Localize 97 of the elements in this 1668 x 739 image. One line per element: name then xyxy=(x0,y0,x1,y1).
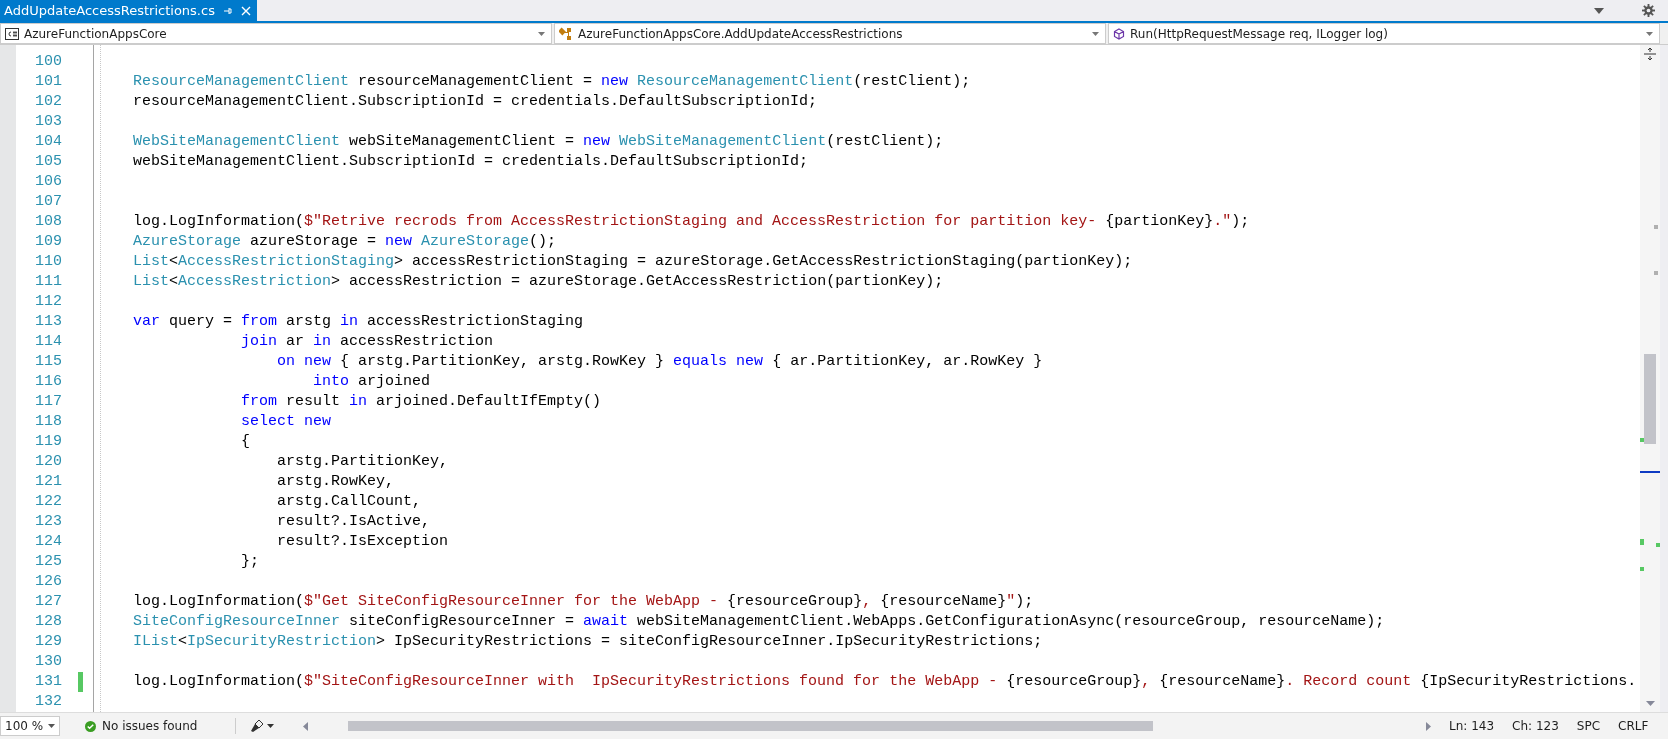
line-number: 105 xyxy=(34,152,62,172)
line-number: 125 xyxy=(34,552,62,572)
line-number: 117 xyxy=(34,392,62,412)
zoom-dropdown[interactable]: 100 % xyxy=(0,716,60,736)
code-line: ResourceManagementClient resourceManagementClient = new ResourceManagementClient(restClient); xyxy=(133,73,971,90)
horizontal-scrollbar[interactable] xyxy=(303,721,1431,731)
code-line: on new { arstg.PartitionKey, arstg.RowKey } equals new { ar.PartitionKey, ar.RowKey } xyxy=(276,353,1043,370)
project-dropdown[interactable]: AzureFunctionAppsCore xyxy=(0,23,552,44)
scroll-marker xyxy=(1640,567,1644,571)
line-number: 113 xyxy=(34,312,62,332)
caret-icon xyxy=(48,724,55,728)
caret-icon xyxy=(538,31,545,36)
code-line: log.LogInformation($"SiteConfigResourceInner with IpSecurityRestrictions found for the WebApp - {resourceGroup}, {resourceName}. Record count {IpSecurityRestrictions. xyxy=(133,673,1637,690)
member-dropdown[interactable]: Run(HttpRequestMessage req, ILogger log) xyxy=(1108,23,1660,44)
scroll-marker xyxy=(1654,225,1658,229)
line-number: 132 xyxy=(34,692,62,712)
line-number: 104 xyxy=(34,132,62,152)
line-number: 128 xyxy=(34,612,62,632)
line-number: 127 xyxy=(34,592,62,612)
code-line: resourceManagementClient.SubscriptionId = credentials.DefaultSubscriptionId; xyxy=(133,93,818,110)
code-line: webSiteManagementClient.SubscriptionId = credentials.DefaultSubscriptionId; xyxy=(133,153,809,170)
code-line: arstg.PartitionKey, xyxy=(276,453,449,470)
csharp-project-icon xyxy=(5,27,19,40)
line-indicator[interactable]: Ln: 143 xyxy=(1449,719,1495,733)
line-number: 123 xyxy=(34,512,62,532)
line-number: 126 xyxy=(34,572,62,592)
code-line: arstg.CallCount, xyxy=(276,493,422,510)
code-line: }; xyxy=(240,553,260,570)
code-line: var query = from arstg in accessRestrictionStaging xyxy=(133,313,584,330)
code-line: List<AccessRestriction> accessRestriction = azureStorage.GetAccessRestriction(partionKey); xyxy=(133,273,944,290)
code-line: AzureStorage azureStorage = new AzureStorage(); xyxy=(133,233,557,250)
line-number: 110 xyxy=(34,252,62,272)
code-line: result?.IsException xyxy=(276,533,449,550)
check-circle-icon xyxy=(85,720,96,732)
close-icon[interactable] xyxy=(240,5,251,16)
caret-icon xyxy=(1092,31,1099,36)
code-line: log.LogInformation($"Get SiteConfigResourceInner for the WebApp - {resourceGroup}, {resourceName}"); xyxy=(133,593,1034,610)
vertical-scrollbar[interactable] xyxy=(1640,45,1660,712)
indentation-indicator[interactable]: SPC xyxy=(1576,719,1601,733)
code-line: WebSiteManagementClient webSiteManagementClient = new WebSiteManagementClient(restClient); xyxy=(133,133,944,150)
line-number: 101 xyxy=(34,72,62,92)
code-line: { xyxy=(240,433,251,450)
scroll-marker xyxy=(1656,543,1660,547)
scrollbar-thumb[interactable] xyxy=(348,721,1153,731)
line-ending-indicator[interactable]: CRLF xyxy=(1618,719,1649,733)
line-number: 129 xyxy=(34,632,62,652)
code-line: IList<IpSecurityRestriction> IpSecurityRestrictions = siteConfigResourceInner.IpSecurityRestrictions; xyxy=(133,633,1043,650)
caret-icon xyxy=(1646,31,1653,36)
line-number: 118 xyxy=(34,412,62,432)
scroll-marker xyxy=(1640,438,1644,442)
scroll-marker xyxy=(1640,539,1644,545)
cube-icon xyxy=(1113,27,1125,40)
line-number: 116 xyxy=(34,372,62,392)
line-number: 107 xyxy=(34,192,62,212)
line-number: 120 xyxy=(34,452,62,472)
settings-icon[interactable] xyxy=(1642,4,1655,17)
line-number: 100 xyxy=(34,52,62,72)
line-number: 102 xyxy=(34,92,62,112)
line-number: 115 xyxy=(34,352,62,372)
line-number: 122 xyxy=(34,492,62,512)
code-line: List<AccessRestrictionStaging> accessRestrictionStaging = azureStorage.GetAccessRestrictionStaging(partionKey); xyxy=(133,253,1133,270)
scroll-down-icon[interactable] xyxy=(1645,701,1655,706)
dropdown-icon[interactable] xyxy=(1594,7,1604,14)
code-line: result?.IsActive, xyxy=(276,513,431,530)
line-number: 121 xyxy=(34,472,62,492)
line-number: 112 xyxy=(34,292,62,312)
code-line: into arjoined xyxy=(312,373,431,390)
scrollbar-thumb[interactable] xyxy=(1644,354,1656,444)
code-line: log.LogInformation($"Retrive recrods from AccessRestrictionStaging and AccessRestriction for partition key- {partionKey}."); xyxy=(133,213,1250,230)
line-number: 130 xyxy=(34,652,62,672)
type-dropdown[interactable]: AzureFunctionAppsCore.AddUpdateAccessRestrictions xyxy=(554,23,1106,44)
split-icon[interactable] xyxy=(1643,47,1657,61)
line-number: 114 xyxy=(34,332,62,352)
line-number: 131 xyxy=(34,672,62,692)
caret-icon xyxy=(267,724,274,728)
code-line: SiteConfigResourceInner siteConfigResourceInner = await webSiteManagementClient.WebApps.GetConfigurationAsync(resourceGroup, resourceName); xyxy=(133,613,1385,630)
code-line: from result in arjoined.DefaultIfEmpty() xyxy=(240,393,602,410)
brush-icon xyxy=(250,719,264,733)
line-number: 111 xyxy=(34,272,62,292)
line-number: 109 xyxy=(34,232,62,252)
pin-icon[interactable] xyxy=(222,5,233,16)
scroll-right-icon[interactable] xyxy=(1426,721,1431,731)
class-icon xyxy=(559,26,573,41)
scroll-left-icon[interactable] xyxy=(303,721,308,731)
scroll-marker xyxy=(1654,271,1658,275)
line-number: 124 xyxy=(34,532,62,552)
code-line: arstg.RowKey, xyxy=(276,473,395,490)
code-line: join ar in accessRestriction xyxy=(240,333,494,350)
scroll-marker xyxy=(1640,471,1660,473)
line-number: 103 xyxy=(34,112,62,132)
column-indicator[interactable]: Ch: 123 xyxy=(1512,719,1559,733)
line-number: 106 xyxy=(34,172,62,192)
line-number: 119 xyxy=(34,432,62,452)
issues-status[interactable]: No issues found xyxy=(102,719,198,733)
code-line: select new xyxy=(240,413,332,430)
file-tab[interactable]: AddUpdateAccessRestrictions.cs xyxy=(0,0,257,21)
line-number: 108 xyxy=(34,212,62,232)
